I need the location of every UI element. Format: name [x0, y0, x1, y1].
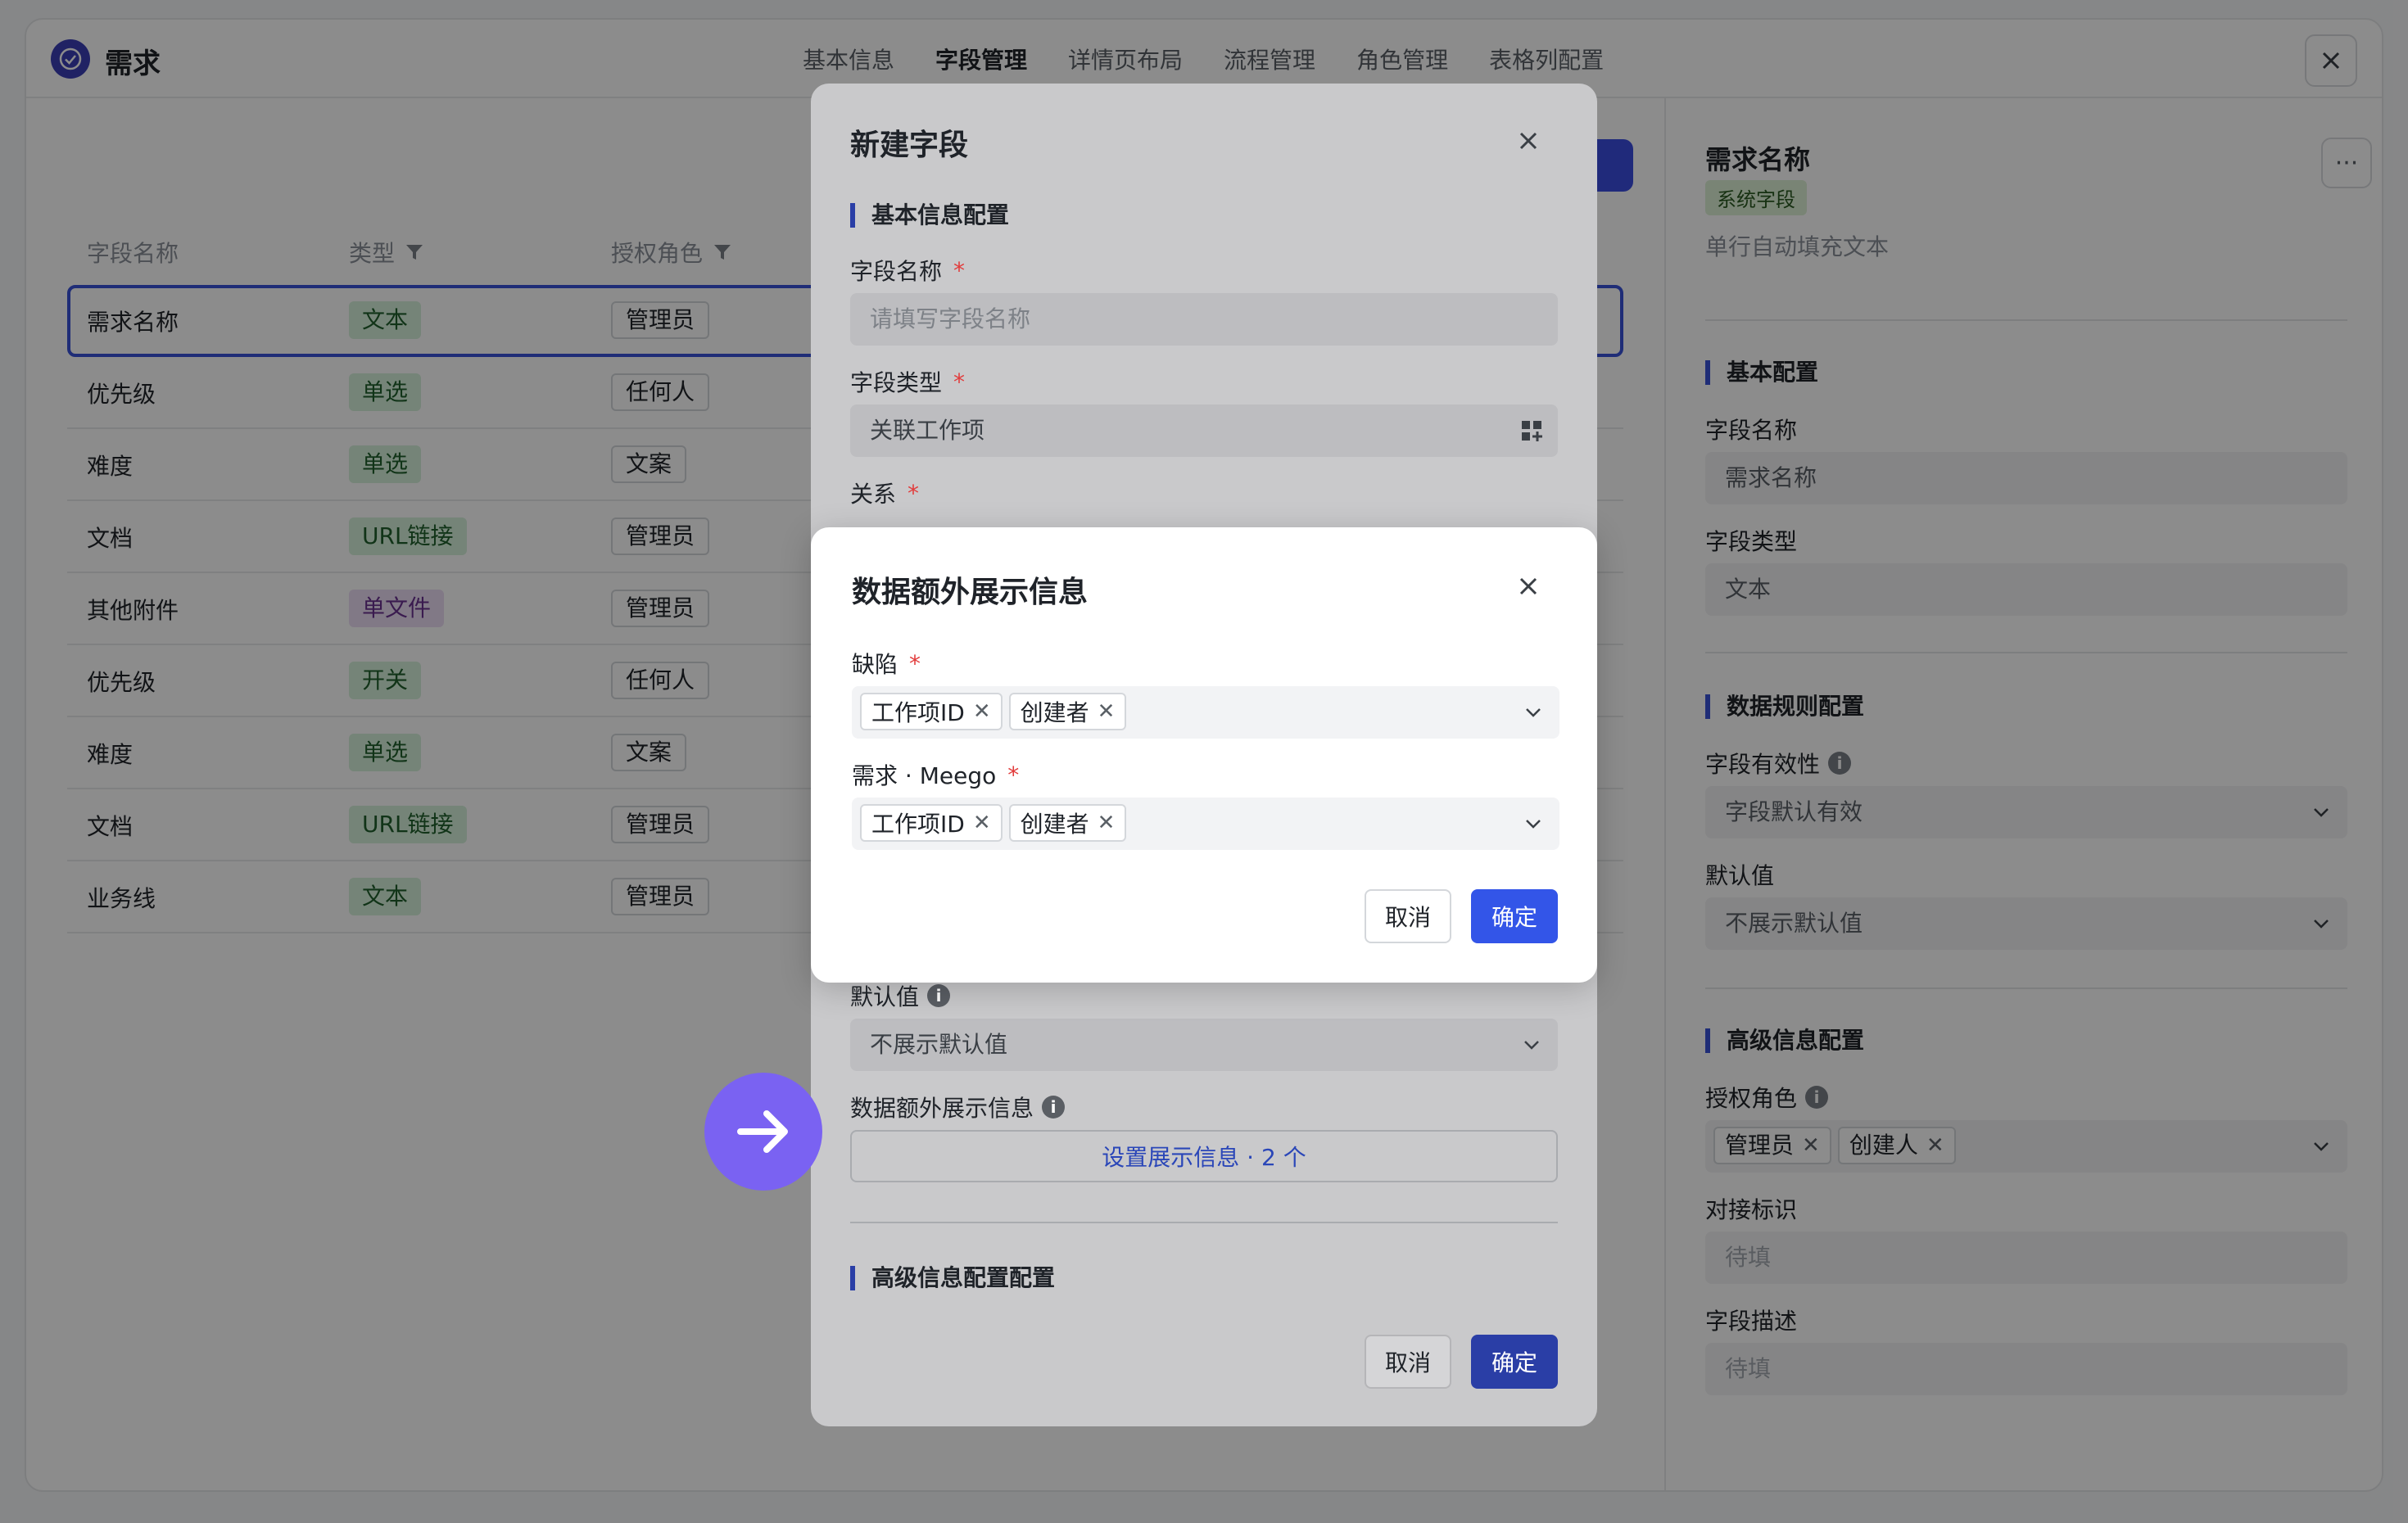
info-icon[interactable]: i — [927, 984, 951, 1007]
type-select[interactable]: 关联工作项 — [850, 404, 1558, 457]
default-select[interactable]: 不展示默认值 — [850, 1019, 1558, 1071]
section-advanced-info: 高级信息配置配置 — [850, 1266, 1055, 1290]
extra-info-label: 数据额外展示信息 i — [850, 1091, 1066, 1123]
chevron-down-icon — [1524, 1041, 1539, 1050]
cancel-button[interactable]: 取消 — [1365, 889, 1451, 943]
divider — [850, 1222, 1558, 1223]
attribute-chip: 创建者 ✕ — [1008, 693, 1127, 730]
relation-label: 关系 * — [850, 479, 920, 508]
name-input[interactable]: 请填写字段名称 — [850, 293, 1558, 346]
default-label: 默认值 i — [850, 979, 951, 1012]
confirm-button[interactable]: 确定 — [1471, 889, 1558, 943]
extra-info-modal: 数据额外展示信息 缺陷 * 工作项ID ✕ 创建者 ✕ 需求 · Meego * 工作项… — [811, 527, 1597, 983]
attribute-chip: 创建者 ✕ — [1008, 804, 1127, 842]
close-icon[interactable] — [1509, 567, 1548, 606]
remove-icon[interactable]: ✕ — [1098, 699, 1116, 724]
remove-icon[interactable]: ✕ — [973, 811, 991, 835]
defect-select[interactable]: 工作项ID ✕ 创建者 ✕ — [852, 686, 1559, 739]
chevron-down-icon — [1526, 708, 1541, 717]
set-extra-info-button[interactable]: 设置展示信息 · 2 个 — [850, 1130, 1558, 1182]
close-icon[interactable] — [1509, 121, 1548, 160]
cancel-button[interactable]: 取消 — [1365, 1335, 1451, 1389]
remove-icon[interactable]: ✕ — [1098, 811, 1116, 835]
type-label: 字段类型 * — [850, 368, 966, 397]
requirement-select[interactable]: 工作项ID ✕ 创建者 ✕ — [852, 798, 1559, 850]
info-icon[interactable]: i — [1042, 1096, 1066, 1119]
chevron-down-icon — [1526, 820, 1541, 829]
defect-label: 缺陷 * — [852, 649, 921, 679]
attribute-chip: 工作项ID ✕ — [860, 693, 1003, 730]
requirement-label: 需求 · Meego * — [852, 761, 1020, 790]
attribute-chip: 工作项ID ✕ — [860, 804, 1003, 842]
modal-title: 新建字段 — [850, 129, 969, 162]
confirm-button[interactable]: 确定 — [1471, 1335, 1558, 1389]
remove-icon[interactable]: ✕ — [973, 699, 991, 724]
arrow-right-icon — [704, 1073, 822, 1191]
grid-icon — [1522, 421, 1542, 441]
modal-title: 数据额外展示信息 — [852, 576, 1089, 609]
name-label: 字段名称 * — [850, 256, 966, 286]
section-basic-info: 基本信息配置 — [850, 203, 1009, 228]
